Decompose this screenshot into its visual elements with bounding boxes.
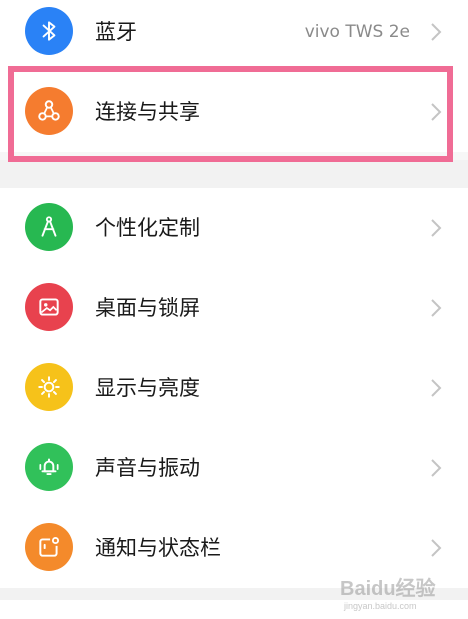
svg-text:jingyan.baidu.com: jingyan.baidu.com [343,601,417,611]
settings-row-sound-vibration[interactable]: 声音与振动 [0,428,468,508]
image-icon [25,283,73,331]
chevron-right-icon [431,219,442,237]
settings-row-label: 声音与振动 [95,456,200,480]
chevron-right-icon [431,539,442,557]
settings-row-label: 桌面与锁屏 [95,296,200,320]
settings-row-label: 连接与共享 [95,100,200,124]
chevron-right-icon [431,23,442,41]
share-link-icon [25,87,73,135]
baidu-watermark-logo: Baidu经验 jingyan.baidu.com [340,571,452,613]
chevron-right-icon [431,103,442,121]
settings-row-label: 蓝牙 [95,20,137,44]
chevron-right-icon [431,299,442,317]
chevron-right-icon [431,379,442,397]
settings-row-label: 显示与亮度 [95,376,200,400]
bell-vibration-icon [25,443,73,491]
settings-row-value: vivo TWS 2e [304,22,410,42]
sun-icon [25,363,73,411]
settings-row-label: 通知与状态栏 [95,536,221,560]
bluetooth-icon [25,7,73,55]
notification-icon [25,523,73,571]
settings-row-desktop-lockscreen[interactable]: 桌面与锁屏 [0,268,468,348]
compass-icon [25,203,73,251]
section-divider [0,160,468,188]
settings-row-label: 个性化定制 [95,216,200,240]
settings-row-display-brightness[interactable]: 显示与亮度 [0,348,468,428]
settings-row-connection-sharing[interactable]: 连接与共享 [0,72,468,152]
svg-text:Baidu经验: Baidu经验 [340,576,436,600]
chevron-right-icon [431,459,442,477]
settings-row-bluetooth[interactable]: 蓝牙 vivo TWS 2e [0,0,468,72]
settings-row-personalization[interactable]: 个性化定制 [0,188,468,268]
